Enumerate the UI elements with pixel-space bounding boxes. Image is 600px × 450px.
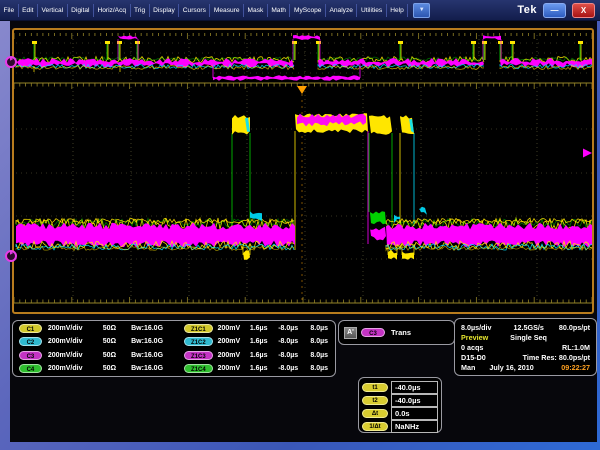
cursor-row-2: t2-40.0µs [362, 394, 438, 406]
menu-measure[interactable]: Measure [210, 4, 244, 17]
trigger-a-badge: A' [344, 327, 357, 339]
cursor-row-3: Δt0.0s [362, 407, 438, 419]
channel-bandwidth-C4: Bw:16.0G [131, 365, 184, 372]
zoom-badge-Z1C2[interactable]: Z1C2 [184, 337, 213, 346]
cursor-badge-4[interactable]: 1/Δt [362, 422, 388, 431]
zoom-badge-Z1C3[interactable]: Z1C3 [184, 351, 213, 360]
menu-edit[interactable]: Edit [19, 4, 38, 17]
zoom-time-Z1C4: 1.6µs [250, 365, 278, 372]
cursor-readout-panel[interactable]: t1-40.0µst2-40.0µsΔt0.0s1/ΔtNaNHz [358, 377, 442, 433]
zoom-scale-Z1C3: 200mV [213, 352, 250, 359]
channel-readout-panel: C1200mV/div50ΩBw:16.0GZ1C1200mV1.6µs-8.0… [12, 320, 336, 377]
trigger-type-label: Trans [391, 328, 411, 337]
channel-scale-C4: 200mV/div [42, 365, 103, 372]
menu-math[interactable]: Math [268, 4, 291, 17]
menu-bar: FileEditVerticalDigitalHoriz/AcqTrigDisp… [0, 0, 600, 21]
zoom-start-Z1C2: -8.0µs [278, 338, 310, 345]
menu-analyze[interactable]: Analyze [326, 4, 357, 17]
menu-help[interactable]: Help [387, 4, 409, 17]
menu-vertical[interactable]: Vertical [38, 4, 68, 17]
zoom-time-Z1C1: 1.6µs [250, 325, 278, 332]
channel-bandwidth-C3: Bw:16.0G [131, 352, 184, 359]
menu-items: FileEditVerticalDigitalHoriz/AcqTrigDisp… [0, 4, 408, 17]
channel-row-C1: C1200mV/div50ΩBw:16.0GZ1C1200mV1.6µs-8.0… [13, 322, 335, 334]
zoom-scale-Z1C1: 200mV [213, 325, 250, 332]
cursor-row-1: t1-40.0µs [362, 381, 438, 393]
c3-position-marker-overview[interactable]: ‣ [5, 56, 17, 68]
zoom-end-Z1C4: 8.0µs [310, 365, 335, 372]
trigger-position-marker [297, 86, 307, 94]
trigger-source-badge: C3 [361, 328, 385, 337]
time-resolution: Time Res: 80.0ps/pt [523, 353, 590, 362]
menu-utilities[interactable]: Utilities [357, 4, 386, 17]
channel-bandwidth-C2: Bw:16.0G [131, 338, 184, 345]
channel-scale-C3: 200mV/div [42, 352, 103, 359]
cursor-value-3: 0.0s [391, 407, 438, 420]
channel-scale-C2: 200mV/div [42, 338, 103, 345]
acquisition-count: 0 acqs [461, 343, 483, 352]
horizontal-scale: 8.0µs/div [461, 323, 492, 332]
zoom-end-Z1C3: 8.0µs [310, 352, 335, 359]
channel-row-C2: C2200mV/div50ΩBw:16.0GZ1C2200mV1.6µs-8.0… [13, 336, 335, 348]
zoom-start-Z1C3: -8.0µs [278, 352, 310, 359]
channel-impedance-C4: 50Ω [103, 365, 131, 372]
digital-bus-label: D15-D0 [461, 353, 486, 362]
c3-position-marker-zoom[interactable]: ‣ [5, 250, 17, 262]
channel-scale-C1: 200mV/div [42, 325, 103, 332]
date-label: July 16, 2010 [489, 363, 533, 372]
channel-badge-C4[interactable]: C4 [19, 364, 42, 373]
trigger-mode: Man [461, 363, 475, 372]
cursor-badge-2[interactable]: t2 [362, 396, 388, 405]
cursor-row-4: 1/ΔtNaNHz [362, 420, 438, 432]
close-button[interactable]: X [572, 3, 595, 18]
menu-mask[interactable]: Mask [244, 4, 268, 17]
cursor-value-2: -40.0µs [391, 394, 438, 407]
cursor-value-1: -40.0µs [391, 381, 438, 394]
oscilloscope-screen: FileEditVerticalDigitalHoriz/AcqTrigDisp… [0, 0, 600, 450]
menu-cursors[interactable]: Cursors [179, 4, 210, 17]
cursor-value-4: NaNHz [391, 420, 438, 433]
menu-horizacq[interactable]: Horiz/Acq [94, 4, 131, 17]
channel-badge-C3[interactable]: C3 [19, 351, 42, 360]
zoom-badge-Z1C1[interactable]: Z1C1 [184, 324, 213, 333]
channel-impedance-C1: 50Ω [103, 325, 131, 332]
channel-row-C3: C3200mV/div50ΩBw:16.0GZ1C3200mV1.6µs-8.0… [13, 349, 335, 361]
menu-digital[interactable]: Digital [68, 4, 94, 17]
menu-display[interactable]: Display [150, 4, 180, 17]
zoom-time-Z1C2: 1.6µs [250, 338, 278, 345]
zoom-end-Z1C1: 8.0µs [310, 325, 335, 332]
per-point-resolution: 80.0ps/pt [559, 323, 590, 332]
channel-badge-C1[interactable]: C1 [19, 324, 42, 333]
menu-myscope[interactable]: MyScope [290, 4, 326, 17]
trigger-readout-panel[interactable]: A' C3 Trans [338, 320, 455, 345]
horizontal-readout-panel[interactable]: 8.0µs/div 12.5GS/s 80.0ps/pt Preview Sin… [454, 318, 597, 376]
record-length: RL:1.0M [562, 343, 590, 352]
channel-impedance-C3: 50Ω [103, 352, 131, 359]
menu-trig[interactable]: Trig [131, 4, 150, 17]
channel-bandwidth-C1: Bw:16.0G [131, 325, 184, 332]
sample-rate: 12.5GS/s [514, 323, 544, 332]
zoom-start-Z1C1: -8.0µs [278, 325, 310, 332]
channel-impedance-C2: 50Ω [103, 338, 131, 345]
channel-row-C4: C4200mV/div50ΩBw:16.0GZ1C4200mV1.6µs-8.0… [13, 363, 335, 375]
zoom-badge-Z1C4[interactable]: Z1C4 [184, 364, 213, 373]
acquisition-mode: Single Seq [510, 333, 547, 342]
cursor-badge-1[interactable]: t1 [362, 383, 388, 392]
zoom-scale-Z1C2: 200mV [213, 338, 250, 345]
menu-file[interactable]: File [0, 4, 19, 17]
waveform-display[interactable] [14, 30, 592, 312]
zoom-start-Z1C4: -8.0µs [278, 365, 310, 372]
zoom-time-Z1C3: 1.6µs [250, 352, 278, 359]
channel-badge-C2[interactable]: C2 [19, 337, 42, 346]
tek-logo: Tek [517, 4, 537, 16]
menu-overflow-dropdown[interactable]: ▼ [413, 3, 430, 18]
cursor-badge-3[interactable]: Δt [362, 409, 388, 418]
clock-time: 09:22:27 [561, 363, 590, 372]
trigger-level-marker [583, 149, 592, 158]
preview-status: Preview [461, 333, 488, 342]
zoom-end-Z1C2: 8.0µs [310, 338, 335, 345]
waveform-display-frame [12, 28, 594, 314]
zoom-scale-Z1C4: 200mV [213, 365, 250, 372]
minimize-button[interactable]: — [543, 3, 566, 18]
